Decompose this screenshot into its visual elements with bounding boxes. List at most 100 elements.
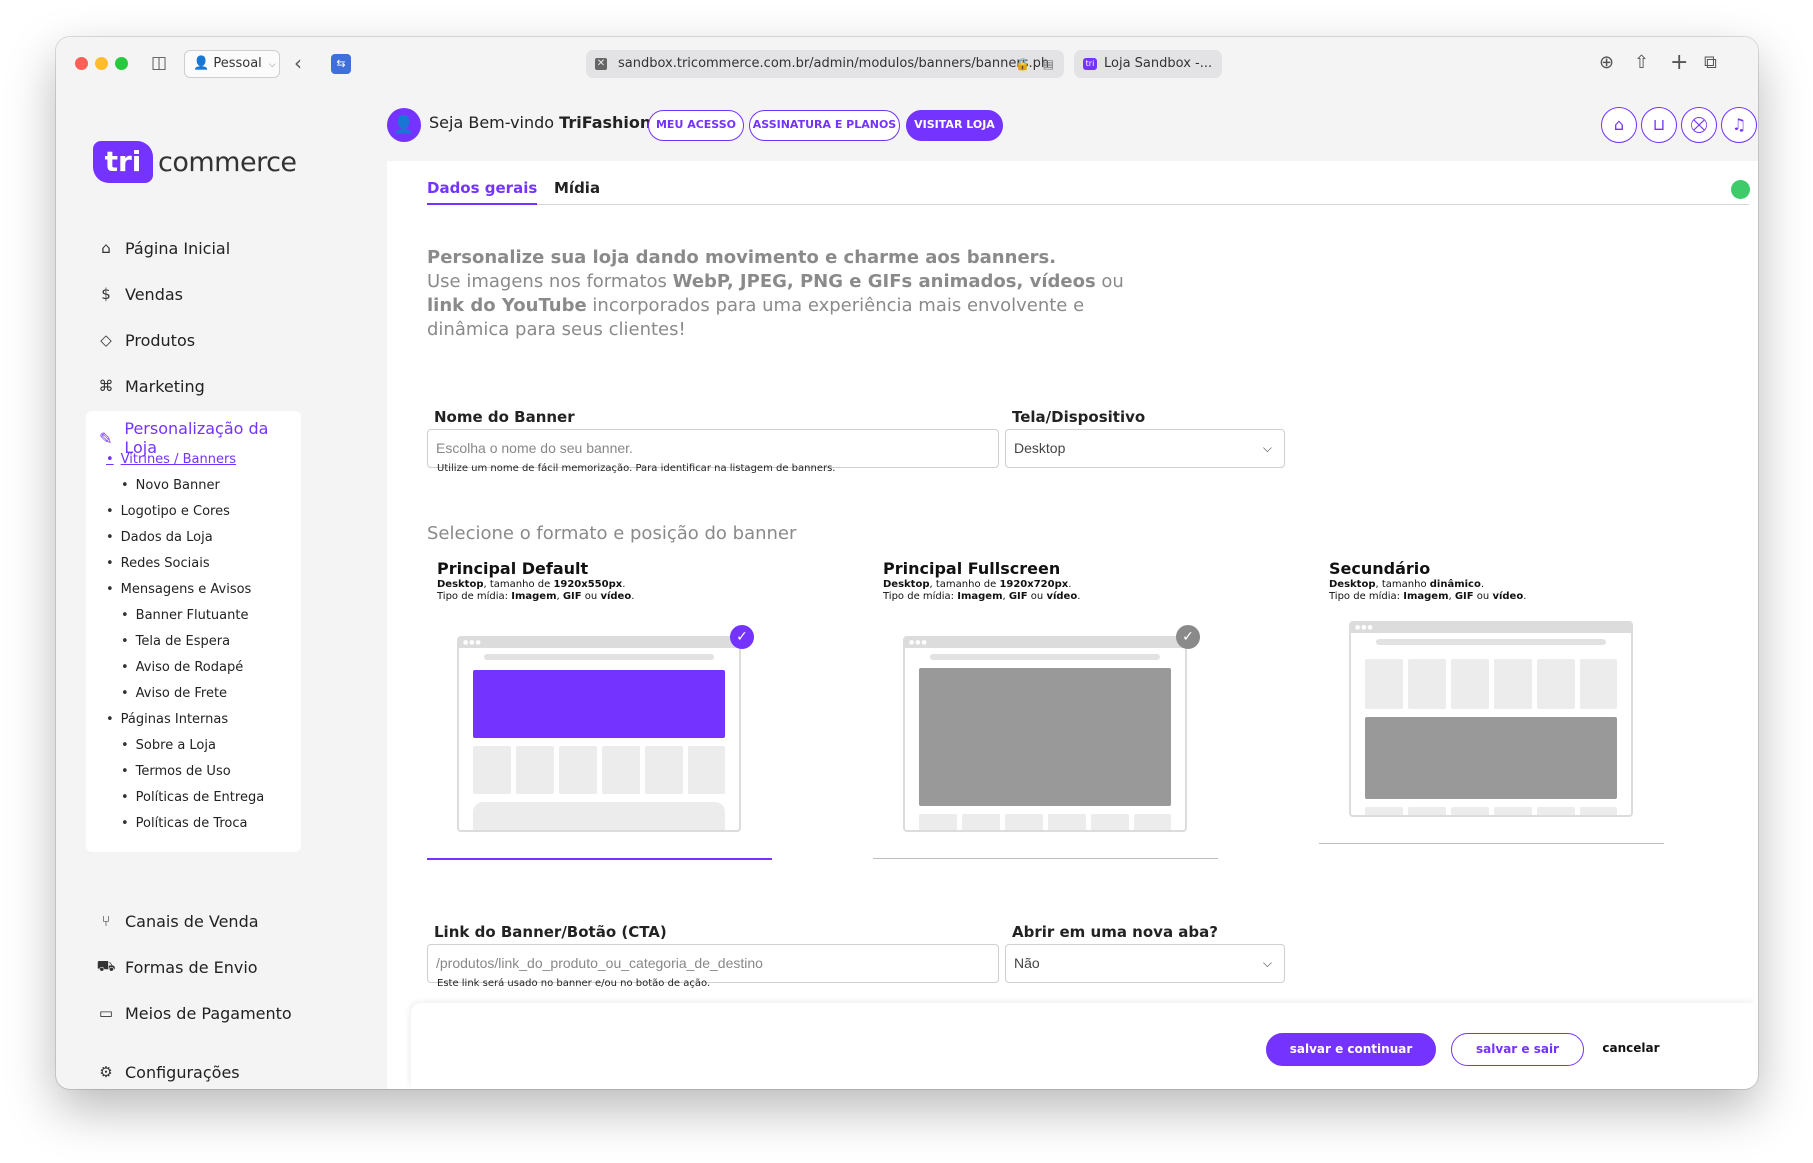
format-size-value: 1920x720px	[999, 579, 1069, 590]
format-media-gif: GIF	[1454, 591, 1474, 602]
sidebar-sub-about[interactable]: Sobre a Loja	[121, 738, 216, 753]
preview-cell	[919, 814, 957, 830]
sidebar-item-label: Meios de Pagamento	[125, 1003, 292, 1023]
sidebar-sub-delivery-policy[interactable]: Políticas de Entrega	[121, 790, 265, 805]
format-option-principal-default[interactable]: Principal Default Desktop, tamanho de 19…	[427, 551, 772, 860]
format-underline	[873, 858, 1218, 859]
preview-address	[930, 654, 1160, 660]
bell-icon[interactable]: ♫	[1721, 107, 1757, 143]
close-window-button[interactable]	[75, 57, 88, 70]
format-underline	[427, 858, 772, 860]
browser-tab[interactable]: tri Loja Sandbox -...	[1074, 50, 1222, 78]
format-media-gif: GIF	[1008, 591, 1028, 602]
format-underline	[1319, 843, 1664, 844]
brand-logo[interactable]: tri commerce	[93, 141, 297, 183]
format-size: Desktop, tamanho de 1920x550px.	[437, 579, 625, 590]
cart-icon[interactable]: ⛒	[1681, 107, 1717, 143]
sidebar-item-payment[interactable]: ▭ Meios de Pagamento	[95, 1001, 292, 1025]
sidebar-item-marketing[interactable]: ⌘ Marketing	[95, 374, 205, 398]
edit-icon: ✎	[98, 428, 113, 448]
format-size: Desktop, tamanho dinâmico.	[1329, 579, 1484, 590]
preview-cell	[1494, 807, 1532, 815]
format-option-secondary[interactable]: Secundário Desktop, tamanho dinâmico. Ti…	[1319, 551, 1664, 851]
new-tab-icon[interactable]: +	[1670, 50, 1688, 76]
save-continue-button[interactable]: salvar e continuar	[1266, 1033, 1436, 1066]
sidebar-sub-footer-notice[interactable]: Aviso de Rodapé	[121, 660, 244, 675]
save-exit-button[interactable]: salvar e sair	[1451, 1033, 1584, 1066]
cancel-button[interactable]: cancelar	[1596, 1033, 1666, 1066]
user-avatar-icon[interactable]: 👤	[387, 108, 421, 142]
extension-icon[interactable]: ⇆	[331, 54, 351, 74]
device-select[interactable]: Desktop ⌵	[1005, 429, 1285, 468]
preview-address	[1376, 639, 1606, 645]
sidebar-item-shipping[interactable]: ⛟ Formas de Envio	[95, 955, 258, 979]
format-size-prefix: , tamanho	[1375, 579, 1430, 590]
visit-store-button[interactable]: VISITAR LOJA	[906, 110, 1003, 141]
store-home-icon[interactable]: ⌂	[1601, 107, 1637, 143]
sidebar-sub-floating-banner[interactable]: Banner Flutuante	[121, 608, 249, 623]
profile-label: Pessoal	[213, 56, 262, 71]
status-indicator	[1731, 180, 1750, 199]
unselected-check-icon: ✓	[1176, 625, 1200, 649]
tab-overview-icon[interactable]: ⧉	[1704, 50, 1717, 76]
sidebar-item-channels[interactable]: ⑂ Canais de Venda	[95, 909, 258, 933]
sidebar-sub-waiting-screen[interactable]: Tela de Espera	[121, 634, 230, 649]
preview-browser-bar: ●●●	[905, 638, 1185, 648]
device-label: Tela/Dispositivo	[1012, 408, 1146, 426]
address-bar[interactable]: ✕ sandbox.tricommerce.com.br/admin/modul…	[586, 50, 1064, 78]
reader-icon[interactable]: ▤	[1043, 50, 1054, 78]
profile-selector[interactable]: 👤 Pessoal ⌵	[184, 50, 280, 78]
sidebar-sub-internal-pages[interactable]: Páginas Internas	[106, 712, 228, 727]
sidebar-item-home[interactable]: ⌂ Página Inicial	[95, 236, 230, 260]
format-option-principal-fullscreen[interactable]: Principal Fullscreen Desktop, tamanho de…	[873, 551, 1218, 859]
intro-headline: Personalize sua loja dando movimento e c…	[427, 247, 1057, 268]
format-media-image: Imagem	[1403, 591, 1449, 602]
format-media-prefix: Tipo de mídia:	[883, 591, 958, 602]
sidebar-item-label: Marketing	[125, 376, 205, 396]
sidebar-sub-terms[interactable]: Termos de Uso	[121, 764, 231, 779]
sidebar-toggle-icon[interactable]: ◫	[151, 51, 167, 75]
format-media-prefix: Tipo de mídia:	[437, 591, 512, 602]
new-tab-select-value: Não	[1014, 955, 1040, 971]
preview-cell	[473, 746, 511, 794]
subscription-plans-button[interactable]: ASSINATURA E PLANOS	[749, 110, 900, 141]
cta-link-label: Link do Banner/Botão (CTA)	[434, 923, 667, 941]
format-title: Principal Default	[437, 559, 589, 578]
intro-part: ou	[1095, 271, 1124, 292]
preview-cell	[1494, 659, 1532, 709]
format-media-video: vídeo	[1492, 591, 1524, 602]
sidebar-sub-logo-colors[interactable]: Logotipo e Cores	[106, 504, 230, 519]
sidebar-sub-exchange-policy[interactable]: Políticas de Troca	[121, 816, 248, 831]
banner-name-hint: Utilize um nome de fácil memorização. Pa…	[437, 463, 836, 474]
browser-titlebar: ◫ 👤 Pessoal ⌵ ‹ ⇆ ✕ sandbox.tricommerce.…	[56, 37, 1758, 91]
sidebar-sub-store-data[interactable]: Dados da Loja	[106, 530, 213, 545]
my-access-button[interactable]: MEU ACESSO	[648, 110, 744, 141]
format-device: Desktop	[437, 579, 484, 590]
download-icon[interactable]: ⊕	[1599, 50, 1614, 76]
sidebar-sub-social[interactable]: Redes Sociais	[106, 556, 210, 571]
sidebar-sub-new-banner[interactable]: Novo Banner	[121, 478, 220, 493]
sidebar-item-sales[interactable]: $ Vendas	[95, 282, 183, 306]
sidebar-sub-messages[interactable]: Mensagens e Avisos	[106, 582, 252, 597]
preview-cell	[602, 746, 640, 794]
sidebar-sub-showcases[interactable]: Vitrines / Banners	[106, 452, 236, 467]
dollar-icon: $	[101, 285, 111, 303]
sidebar-item-products[interactable]: ◇ Produtos	[95, 328, 195, 352]
site-settings-icon[interactable]: ✕	[595, 58, 607, 70]
new-tab-select[interactable]: Não ⌵	[1005, 944, 1285, 983]
preview-cell	[1451, 807, 1489, 815]
sidebar-item-settings[interactable]: ⚙ Configurações	[95, 1060, 239, 1084]
format-media-gif: GIF	[562, 591, 582, 602]
share-icon[interactable]: ⇧	[1634, 50, 1649, 76]
format-media-prefix: Tipo de mídia:	[1329, 591, 1404, 602]
tab-general-data[interactable]: Dados gerais	[427, 179, 538, 205]
tab-media[interactable]: Mídia	[554, 179, 600, 203]
sidebar-item-label: Página Inicial	[125, 238, 231, 258]
back-icon[interactable]: ‹	[294, 51, 302, 75]
preview-cell	[1091, 814, 1129, 830]
shopping-bag-icon[interactable]: ⊔	[1641, 107, 1677, 143]
sidebar-sub-shipping-notice[interactable]: Aviso de Frete	[121, 686, 227, 701]
minimize-window-button[interactable]	[95, 57, 108, 70]
format-title: Principal Fullscreen	[883, 559, 1061, 578]
zoom-window-button[interactable]	[115, 57, 128, 70]
